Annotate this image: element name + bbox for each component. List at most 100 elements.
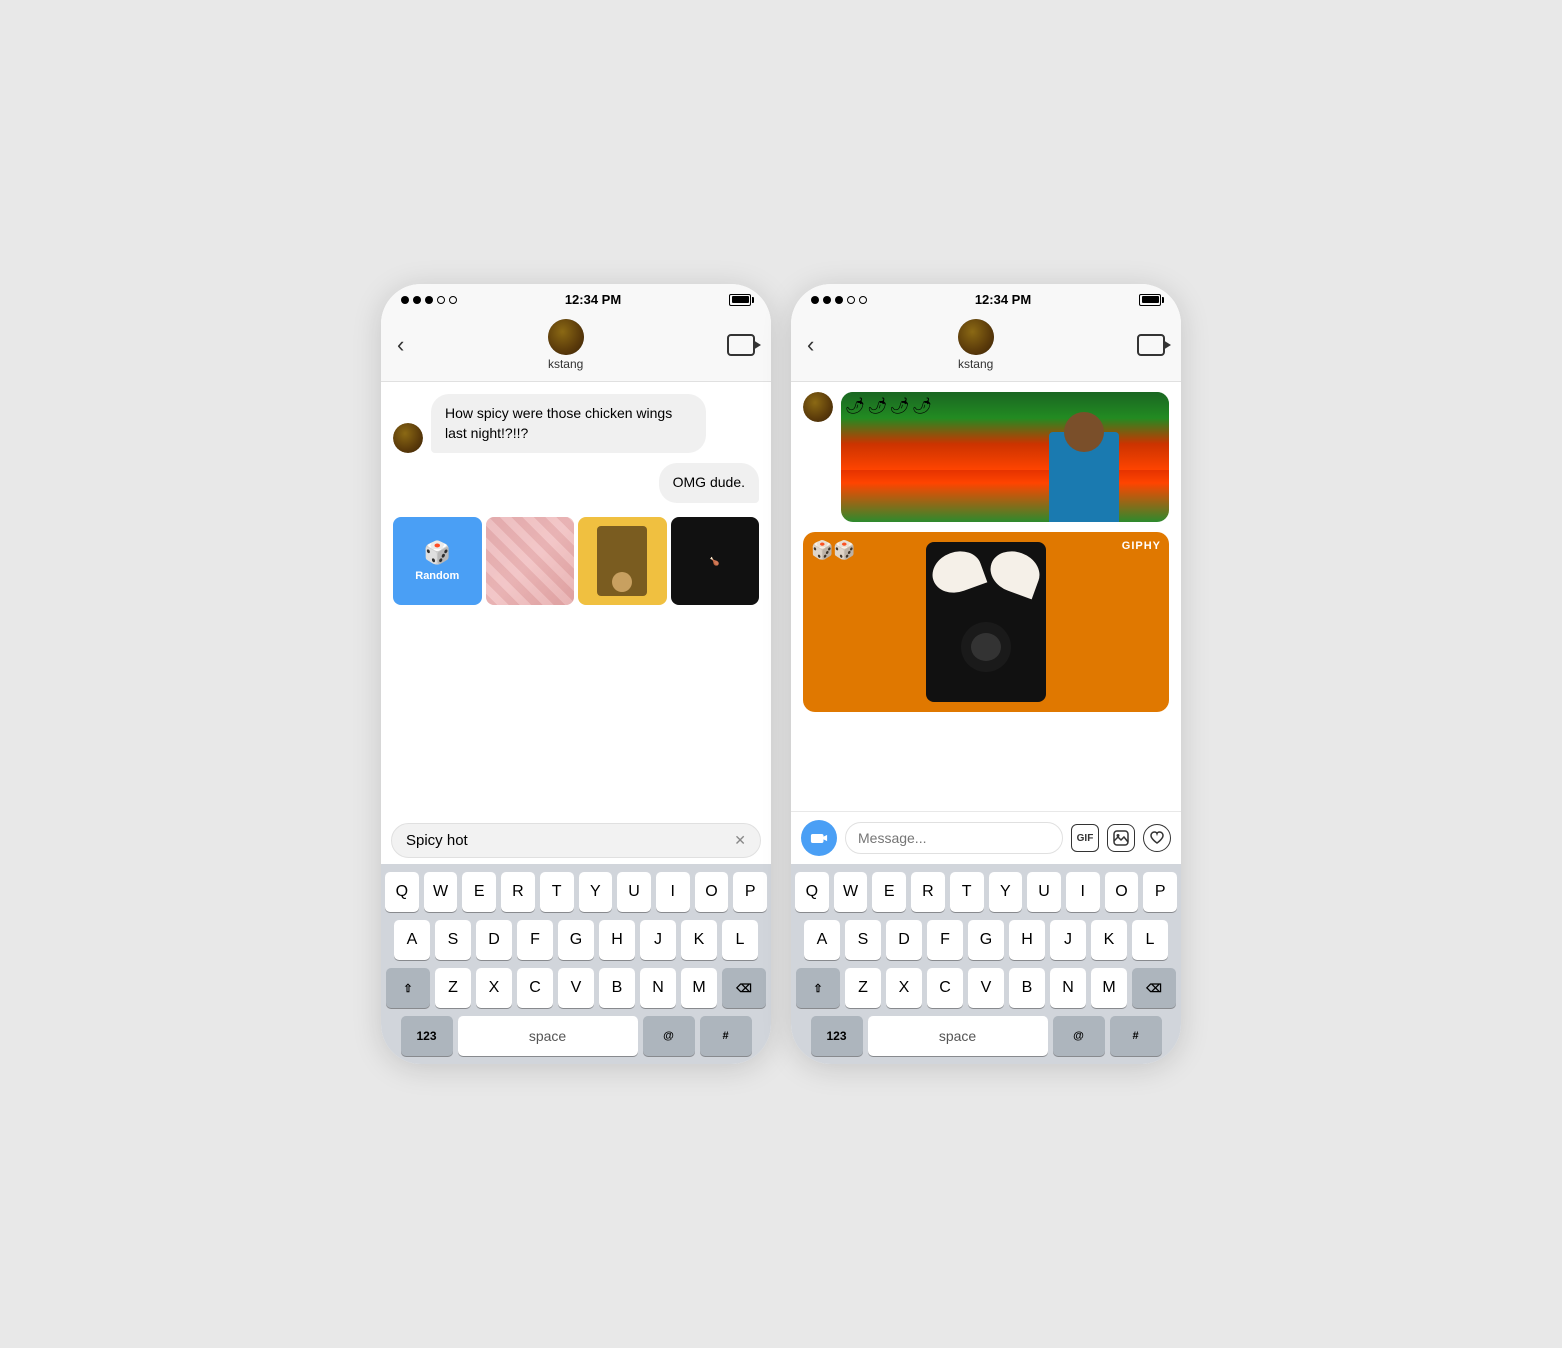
key-rh[interactable]: H: [1009, 920, 1045, 960]
key-ro[interactable]: O: [1105, 872, 1139, 912]
key-rhash[interactable]: #: [1110, 1016, 1162, 1056]
key-rl[interactable]: L: [1132, 920, 1168, 960]
key-u[interactable]: U: [617, 872, 651, 912]
signal-dots-right: [811, 296, 867, 304]
heart-button[interactable]: [1143, 824, 1171, 852]
search-input-left[interactable]: [406, 832, 726, 849]
key-rbackspace[interactable]: ⌫: [1132, 968, 1176, 1008]
key-h[interactable]: H: [599, 920, 635, 960]
key-b[interactable]: B: [599, 968, 635, 1008]
search-clear-button[interactable]: ✕: [734, 832, 746, 849]
gif-item-1[interactable]: [486, 517, 575, 606]
key-rg[interactable]: G: [968, 920, 1004, 960]
dot-4: [437, 296, 445, 304]
key-rshift[interactable]: ⇧: [796, 968, 840, 1008]
key-e[interactable]: E: [462, 872, 496, 912]
key-at[interactable]: @: [643, 1016, 695, 1056]
key-a[interactable]: A: [394, 920, 430, 960]
key-row-rbottom: 123 space @ #: [795, 1016, 1177, 1056]
image-icon: [1113, 830, 1129, 846]
key-f[interactable]: F: [517, 920, 553, 960]
username-left: kstang: [548, 357, 583, 371]
gif-random-button[interactable]: 🎲 Random: [393, 517, 482, 606]
key-q[interactable]: Q: [385, 872, 419, 912]
avatar-right: [958, 319, 994, 355]
key-rn[interactable]: N: [1050, 968, 1086, 1008]
key-ri[interactable]: I: [1066, 872, 1100, 912]
key-s[interactable]: S: [435, 920, 471, 960]
image-button[interactable]: [1107, 824, 1135, 852]
key-rnumbers[interactable]: 123: [811, 1016, 863, 1056]
key-rz[interactable]: Z: [845, 968, 881, 1008]
key-t[interactable]: T: [540, 872, 574, 912]
key-hash[interactable]: #: [700, 1016, 752, 1056]
key-d[interactable]: D: [476, 920, 512, 960]
key-r[interactable]: R: [501, 872, 535, 912]
key-z[interactable]: Z: [435, 968, 471, 1008]
key-rk[interactable]: K: [1091, 920, 1127, 960]
key-c[interactable]: C: [517, 968, 553, 1008]
battery-icon-left: [729, 294, 751, 306]
gif-button[interactable]: GIF: [1071, 824, 1099, 852]
key-ry[interactable]: Y: [989, 872, 1023, 912]
key-rx[interactable]: X: [886, 968, 922, 1008]
key-j[interactable]: J: [640, 920, 676, 960]
person-head-right: [1064, 412, 1104, 452]
key-g[interactable]: G: [558, 920, 594, 960]
key-rf[interactable]: F: [927, 920, 963, 960]
key-backspace[interactable]: ⌫: [722, 968, 766, 1008]
video-call-button-right[interactable]: [1137, 334, 1165, 356]
camera-icon: [810, 831, 828, 845]
key-k[interactable]: K: [681, 920, 717, 960]
key-y[interactable]: Y: [579, 872, 613, 912]
key-x[interactable]: X: [476, 968, 512, 1008]
back-button-right[interactable]: ‹: [807, 332, 814, 358]
back-button-left[interactable]: ‹: [397, 332, 404, 358]
status-time-left: 12:34 PM: [565, 292, 621, 307]
gif-item-3[interactable]: 🍗: [671, 517, 760, 606]
key-p[interactable]: P: [733, 872, 767, 912]
dot-r2: [823, 296, 831, 304]
search-bar-left[interactable]: ✕: [391, 823, 761, 858]
key-i[interactable]: I: [656, 872, 690, 912]
key-rj[interactable]: J: [1050, 920, 1086, 960]
key-rc[interactable]: C: [927, 968, 963, 1008]
sender-avatar: [393, 423, 423, 453]
sender-avatar-right: [803, 392, 833, 422]
nav-center-right[interactable]: kstang: [958, 319, 994, 371]
gif-chili-banner: 🌶 🌶 🌶 🌶: [841, 392, 1169, 522]
key-rq[interactable]: Q: [795, 872, 829, 912]
video-call-button-left[interactable]: [727, 334, 755, 356]
key-space[interactable]: space: [458, 1016, 638, 1056]
key-rs[interactable]: S: [845, 920, 881, 960]
key-v[interactable]: V: [558, 968, 594, 1008]
key-rd[interactable]: D: [886, 920, 922, 960]
nav-center-left[interactable]: kstang: [548, 319, 584, 371]
key-rv[interactable]: V: [968, 968, 1004, 1008]
key-ra[interactable]: A: [804, 920, 840, 960]
key-row-r3: ⇧ Z X C V B N M ⌫: [795, 968, 1177, 1008]
key-row-bottom: 123 space @ #: [385, 1016, 767, 1056]
key-re[interactable]: E: [872, 872, 906, 912]
key-rat[interactable]: @: [1053, 1016, 1105, 1056]
key-rm[interactable]: M: [1091, 968, 1127, 1008]
key-rt[interactable]: T: [950, 872, 984, 912]
key-rspace[interactable]: space: [868, 1016, 1048, 1056]
key-w[interactable]: W: [424, 872, 458, 912]
gif-item-2[interactable]: [578, 517, 667, 606]
camera-button[interactable]: [801, 820, 837, 856]
key-m[interactable]: M: [681, 968, 717, 1008]
key-rb[interactable]: B: [1009, 968, 1045, 1008]
key-l[interactable]: L: [722, 920, 758, 960]
key-n[interactable]: N: [640, 968, 676, 1008]
gif-sent-container: 🎲🎲 GIPHY: [803, 532, 1169, 712]
key-shift[interactable]: ⇧: [386, 968, 430, 1008]
key-rw[interactable]: W: [834, 872, 868, 912]
key-numbers[interactable]: 123: [401, 1016, 453, 1056]
message-input-right[interactable]: [845, 822, 1063, 854]
gif-lines: [486, 517, 575, 606]
key-ru[interactable]: U: [1027, 872, 1061, 912]
key-rp[interactable]: P: [1143, 872, 1177, 912]
key-rr[interactable]: R: [911, 872, 945, 912]
key-o[interactable]: O: [695, 872, 729, 912]
